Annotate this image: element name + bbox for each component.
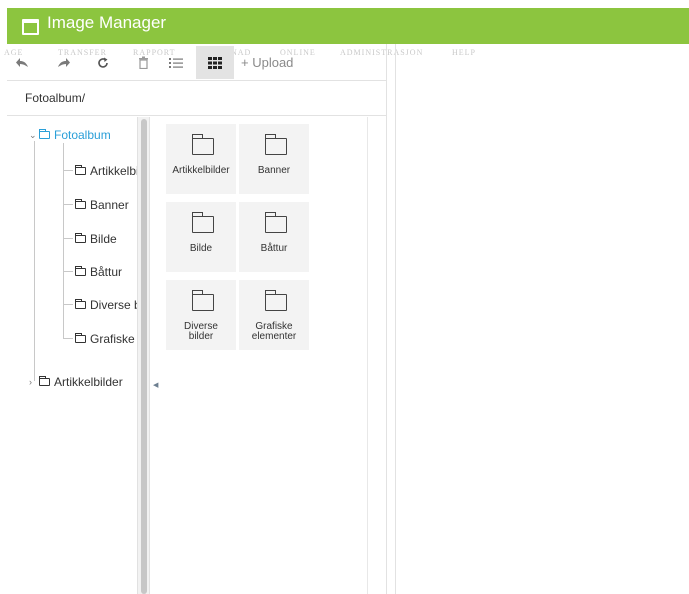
folder-icon xyxy=(39,376,50,386)
folder-icon xyxy=(75,266,86,276)
tree-node-label: Diverse bilder xyxy=(90,298,137,312)
tree-node-artikkelbilder[interactable]: Artikkelbilder xyxy=(75,162,137,180)
current-path: Fotoalbum/ xyxy=(25,91,86,105)
tree-node-label: Banner xyxy=(90,198,129,212)
tree-node-label: Grafiske elementer xyxy=(90,332,137,346)
tree-node-label: Fotoalbum xyxy=(54,128,111,142)
tree-node-label: Artikkelbilder xyxy=(54,375,123,389)
forward-arrow-icon xyxy=(58,57,70,67)
path-bar: Fotoalbum/ xyxy=(7,80,387,116)
window-title: Image Manager xyxy=(47,13,167,32)
folder-icon xyxy=(75,199,86,209)
tree-branch xyxy=(63,271,73,272)
collapse-arrow-icon[interactable]: ◀ xyxy=(153,381,158,389)
background-menu-item: HELP xyxy=(452,48,476,57)
tree-node-diverse-bilder[interactable]: Diverse bilder xyxy=(75,296,137,314)
tree-node-label: Båttur xyxy=(90,265,123,279)
upload-button[interactable]: + Upload xyxy=(241,46,293,79)
forward-button[interactable] xyxy=(49,46,77,79)
toolbar: + Upload xyxy=(7,46,387,80)
delete-button[interactable] xyxy=(129,46,157,79)
trash-icon xyxy=(138,56,148,69)
folder-icon xyxy=(75,333,86,343)
folder-icon xyxy=(264,134,287,155)
pane-splitter[interactable] xyxy=(137,117,150,594)
folder-icon xyxy=(191,134,214,155)
refresh-button[interactable] xyxy=(89,46,117,79)
folder-icon xyxy=(264,290,287,311)
folder-tile[interactable]: Grafiske elementer xyxy=(239,280,309,350)
grid-icon xyxy=(208,56,222,69)
folder-tree: ⌄ Fotoalbum Artikkelbilder Banner Bilde … xyxy=(7,117,137,594)
tree-node-battur[interactable]: Båttur xyxy=(75,263,122,281)
tree-node-label: Artikkelbilder xyxy=(90,164,137,178)
tree-node-bilde[interactable]: Bilde xyxy=(75,230,117,248)
folder-tile-label: Båttur xyxy=(260,243,288,254)
folder-icon xyxy=(191,290,214,311)
folder-tile[interactable]: Båttur xyxy=(239,202,309,272)
folder-tile-label: Artikkelbilder xyxy=(172,165,230,176)
folder-tile[interactable]: Artikkelbilder xyxy=(166,124,236,194)
tree-branch xyxy=(63,238,73,239)
tree-guide-line xyxy=(63,143,64,339)
tree-branch xyxy=(63,304,73,305)
folder-icon xyxy=(75,299,86,309)
folder-tile[interactable]: Banner xyxy=(239,124,309,194)
folder-tile-label: Diverse bilder xyxy=(184,321,218,342)
titlebar: Image Manager xyxy=(7,8,689,44)
folder-tile-label: Banner xyxy=(257,165,291,176)
folder-tile[interactable]: Diverse bilder xyxy=(166,280,236,350)
chevron-down-icon[interactable]: ⌄ xyxy=(29,130,39,141)
tree-guide-line xyxy=(34,141,35,381)
right-pane-border xyxy=(386,44,396,594)
tree-node-fotoalbum[interactable]: ⌄ Fotoalbum xyxy=(29,126,111,144)
grid-scroll-area[interactable] xyxy=(367,117,386,594)
list-view-button[interactable] xyxy=(162,46,190,79)
folder-grid: Artikkelbilder Banner Bilde Båttur Diver… xyxy=(161,117,367,594)
folder-tile[interactable]: Bilde xyxy=(166,202,236,272)
folder-tile-label: Bilde xyxy=(189,243,213,254)
splitter-grip[interactable] xyxy=(141,119,147,594)
window-icon xyxy=(22,19,39,35)
tree-branch xyxy=(63,204,73,205)
folder-icon xyxy=(75,233,86,243)
tree-node-banner[interactable]: Banner xyxy=(75,196,129,214)
folder-icon xyxy=(191,212,214,233)
list-icon xyxy=(169,57,183,68)
tree-node-artikkelbilder-root[interactable]: › Artikkelbilder xyxy=(29,373,123,391)
folder-icon xyxy=(264,212,287,233)
chevron-right-icon[interactable]: › xyxy=(29,377,39,387)
folder-tile-label: Grafiske elementer xyxy=(251,321,297,342)
grid-view-button[interactable] xyxy=(196,46,234,79)
tree-branch xyxy=(63,170,73,171)
refresh-icon xyxy=(98,57,108,68)
tree-node-label: Bilde xyxy=(90,232,117,246)
back-arrow-icon xyxy=(16,57,28,67)
tree-branch xyxy=(63,338,73,339)
back-button[interactable] xyxy=(9,46,37,79)
tree-node-grafiske-elementer[interactable]: Grafiske elementer xyxy=(75,330,137,348)
folder-icon xyxy=(39,129,50,139)
folder-icon xyxy=(75,165,86,175)
